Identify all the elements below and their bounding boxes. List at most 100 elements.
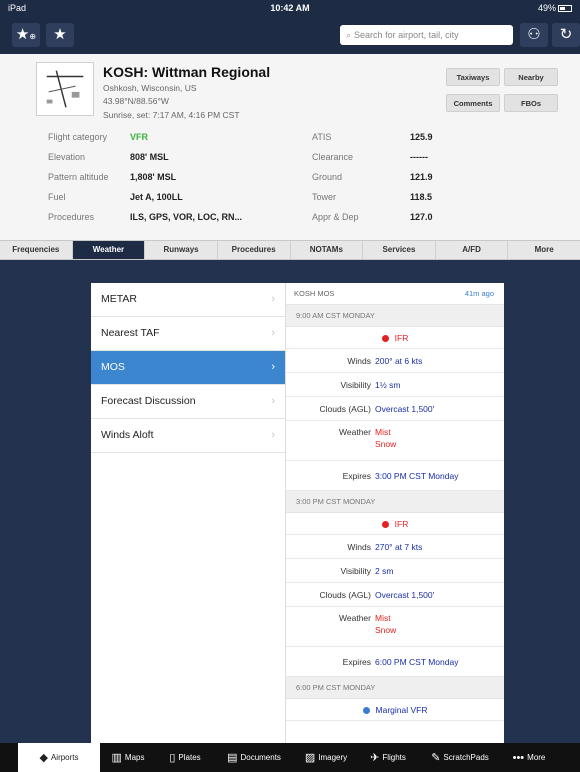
elevation-value: 808' MSL bbox=[130, 152, 169, 162]
airports-icon: ◆ bbox=[39, 752, 48, 764]
nav-label: Flights bbox=[382, 753, 406, 762]
nav-flights[interactable]: ✈ Flights bbox=[358, 743, 418, 772]
mos-title: KOSH MOS bbox=[294, 289, 335, 298]
chevron-right-icon: › bbox=[271, 395, 275, 407]
tab-more[interactable]: More bbox=[508, 241, 580, 259]
atis-label: ATIS bbox=[312, 132, 332, 142]
nav-imagery[interactable]: ▨ Imagery bbox=[294, 743, 358, 772]
list-item-forecast-discussion[interactable]: Forecast Discussion › bbox=[91, 385, 285, 419]
weather-row: Weather Mist Snow bbox=[286, 607, 504, 647]
flight-category-label: Flight category bbox=[48, 132, 108, 142]
battery-icon bbox=[558, 5, 572, 13]
flight-category-row: Marginal VFR bbox=[286, 699, 504, 721]
ifr-dot-icon bbox=[381, 335, 389, 342]
nav-maps[interactable]: ▥ Maps bbox=[100, 743, 156, 772]
flight-category-row: IFR bbox=[286, 513, 504, 535]
winds-row: Winds 270° at 7 kts bbox=[286, 535, 504, 559]
winds-label: Winds bbox=[347, 542, 371, 552]
tab-services[interactable]: Services bbox=[363, 241, 436, 259]
period-header: 9:00 AM CST MONDAY bbox=[286, 305, 504, 327]
list-item-mos[interactable]: MOS › bbox=[91, 351, 285, 385]
elevation-label: Elevation bbox=[48, 152, 86, 162]
list-item-label: Nearest TAF bbox=[101, 327, 160, 339]
weather-value-1: Mist bbox=[375, 427, 391, 437]
nav-scratchpads[interactable]: ✎ ScratchPads bbox=[418, 743, 502, 772]
weather-label: Weather bbox=[339, 427, 371, 437]
ground-label: Ground bbox=[312, 172, 343, 182]
expires-label: Expires bbox=[342, 471, 371, 481]
visibility-row: Visibility 2 sm bbox=[286, 559, 504, 583]
weather-value-1: Mist bbox=[375, 613, 391, 623]
taxiways-button[interactable]: Taxiways bbox=[446, 68, 500, 86]
fuel-label: Fuel bbox=[48, 192, 66, 202]
expires-row: Expires 3:00 PM CST Monday bbox=[286, 461, 504, 491]
favorites-icon[interactable]: ★ bbox=[46, 23, 74, 47]
weather-row: Weather Mist Snow bbox=[286, 421, 504, 461]
procedures-value[interactable]: ILS, GPS, VOR, LOC, RN... bbox=[130, 212, 242, 222]
airport-diagram-thumbnail[interactable] bbox=[36, 62, 94, 116]
clouds-label: Clouds (AGL) bbox=[319, 404, 372, 414]
clouds-row: Clouds (AGL) Overcast 1,500' bbox=[286, 583, 504, 607]
search-input[interactable]: ⌕ Search for airport, tail, city bbox=[340, 25, 513, 45]
nav-plates[interactable]: ▯ Plates bbox=[156, 743, 214, 772]
airport-title: KOSH: Wittman Regional bbox=[103, 64, 271, 80]
more-dots-icon: ••• bbox=[512, 752, 525, 764]
visibility-value: 1½ sm bbox=[375, 380, 401, 390]
tab-frequencies[interactable]: Frequencies bbox=[0, 241, 73, 259]
comments-button[interactable]: Comments bbox=[446, 94, 500, 112]
nearby-button[interactable]: Nearby bbox=[504, 68, 558, 86]
list-item-nearest-taf[interactable]: Nearest TAF › bbox=[91, 317, 285, 351]
nav-label: Airports bbox=[50, 753, 79, 762]
expires-value: 3:00 PM CST Monday bbox=[375, 471, 459, 481]
fbos-button[interactable]: FBOs bbox=[504, 94, 558, 112]
flight-category-value: IFR bbox=[394, 519, 409, 529]
approach-departure-value: 127.0 bbox=[410, 212, 433, 222]
airport-diagram-icon bbox=[37, 63, 93, 115]
nav-label: ScratchPads bbox=[443, 753, 489, 762]
tab-runways[interactable]: Runways bbox=[145, 241, 218, 259]
visibility-label: Visibility bbox=[340, 566, 371, 576]
winds-row: Winds 200° at 6 kts bbox=[286, 349, 504, 373]
list-item-metar[interactable]: METAR › bbox=[91, 283, 285, 317]
airplane-icon: ✈ bbox=[370, 752, 380, 764]
weather-label: Weather bbox=[339, 613, 371, 623]
nav-label: Maps bbox=[124, 753, 145, 762]
list-item-winds-aloft[interactable]: Winds Aloft › bbox=[91, 419, 285, 453]
flight-category-value: Marginal VFR bbox=[375, 705, 428, 715]
tab-afd[interactable]: A/FD bbox=[436, 241, 509, 259]
documents-icon: ▤ bbox=[227, 752, 238, 764]
atis-value: 125.9 bbox=[410, 132, 433, 142]
tab-weather[interactable]: Weather bbox=[72, 241, 146, 259]
battery-percent: 49% bbox=[537, 3, 556, 13]
period-header: 3:00 PM CST MONDAY bbox=[286, 491, 504, 513]
tab-notams[interactable]: NOTAMs bbox=[291, 241, 364, 259]
user-icon[interactable]: ⚇ bbox=[520, 23, 548, 47]
chevron-right-icon: › bbox=[271, 327, 275, 339]
tab-procedures[interactable]: Procedures bbox=[218, 241, 291, 259]
nav-label: Imagery bbox=[318, 753, 348, 762]
chevron-right-icon: › bbox=[271, 293, 275, 305]
clearance-label: Clearance bbox=[312, 152, 354, 162]
sunrise-sunset: Sunrise, set: 7:17 AM, 4:16 PM CST bbox=[103, 110, 240, 120]
tab-bar: Frequencies Weather Runways Procedures N… bbox=[0, 240, 580, 260]
mvfr-dot-icon bbox=[362, 707, 370, 714]
clouds-label: Clouds (AGL) bbox=[319, 590, 372, 600]
winds-label: Winds bbox=[347, 356, 371, 366]
list-item-label: MOS bbox=[101, 361, 125, 373]
flight-category-value: IFR bbox=[394, 333, 409, 343]
mos-age: 41m ago bbox=[464, 289, 494, 298]
chevron-right-icon: › bbox=[271, 429, 275, 441]
nav-documents[interactable]: ▤ Documents bbox=[214, 743, 294, 772]
add-favorite-icon[interactable]: ★⊕ bbox=[12, 23, 40, 47]
nav-airports[interactable]: ◆ Airports bbox=[18, 743, 100, 772]
mos-detail-panel[interactable]: KOSH MOS 41m ago 9:00 AM CST MONDAY IFR W… bbox=[285, 283, 504, 743]
refresh-icon[interactable]: ↻ bbox=[552, 23, 580, 47]
chevron-right-icon: › bbox=[271, 361, 275, 373]
fuel-value: Jet A, 100LL bbox=[130, 192, 183, 202]
approach-departure-label: Appr & Dep bbox=[312, 212, 359, 222]
tower-value: 118.5 bbox=[410, 192, 433, 202]
weather-value-2: Snow bbox=[375, 439, 397, 449]
procedures-label: Procedures bbox=[48, 212, 95, 222]
winds-value: 200° at 6 kts bbox=[375, 356, 423, 366]
nav-more[interactable]: ••• More bbox=[502, 743, 556, 772]
